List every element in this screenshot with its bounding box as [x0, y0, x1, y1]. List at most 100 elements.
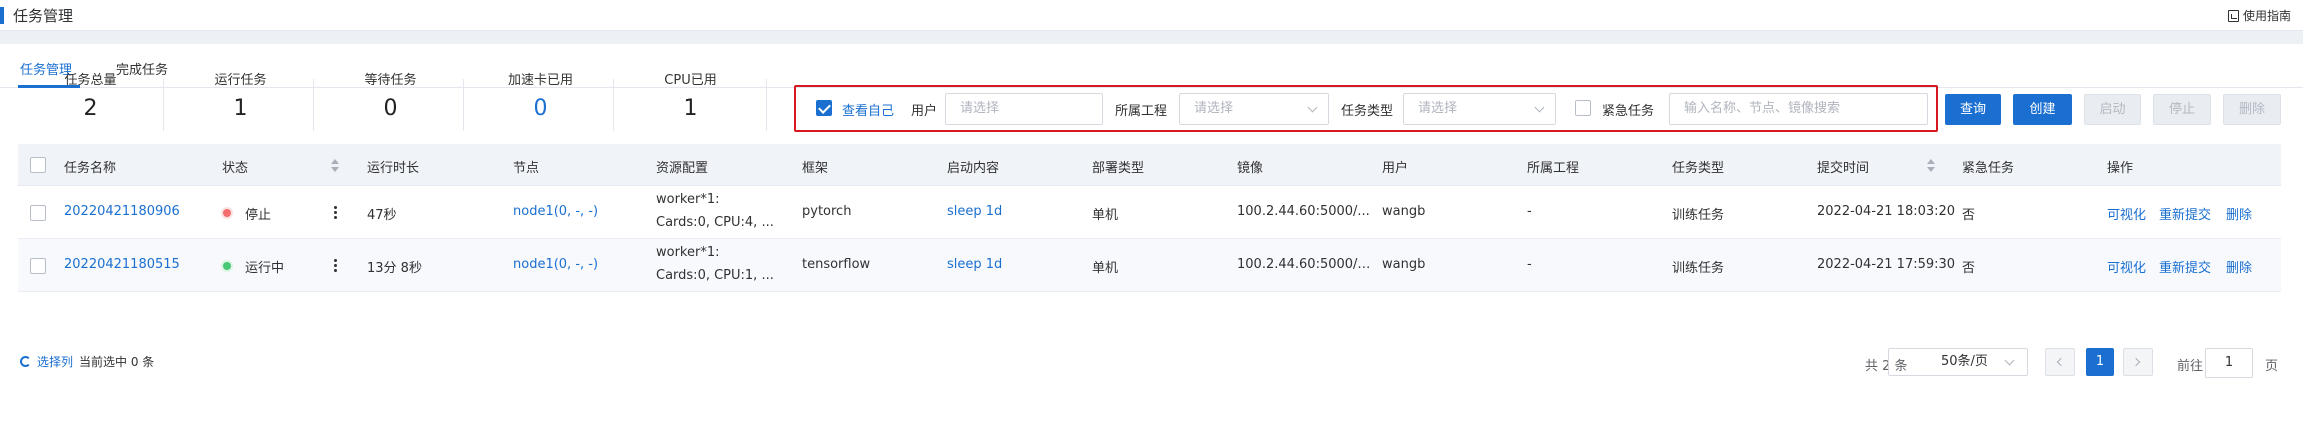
visualize-link[interactable]: 可视化 [2107, 204, 2146, 223]
project: - [1527, 204, 1532, 219]
chevron-down-icon [1534, 102, 1545, 113]
sort-icon[interactable] [1927, 159, 1935, 172]
table-header: 任务名称 状态 运行时长 节点 资源配置 框架 启动内容 部署类型 镜像 用户 … [18, 144, 2281, 186]
guide-icon [2227, 9, 2239, 22]
column-header: 镜像 [1237, 161, 1264, 176]
column-header: 用户 [1382, 161, 1409, 176]
framework: pytorch [802, 204, 852, 219]
stat-value: 0 [383, 96, 398, 121]
stat-label: 等待任务 [364, 73, 417, 88]
view-mine-checkbox[interactable] [816, 100, 832, 116]
prev-page-button[interactable] [2045, 348, 2075, 376]
project-filter-label: 所属工程 [1115, 104, 1168, 119]
table-row: 20220421180515 运行中 13分 8秒 node1(0, -, -)… [18, 239, 2281, 292]
project: - [1527, 257, 1532, 272]
stat-value: 2 [83, 96, 98, 121]
column-header: 资源配置 [656, 161, 709, 176]
stat-cpu-used: CPU已用 1 [618, 71, 763, 124]
submit-time: 2022-04-21 17:59:30 [1817, 257, 1956, 272]
chevron-down-icon [1307, 102, 1318, 113]
goto-suffix: 页 [2265, 359, 2279, 374]
view-mine-label[interactable]: 查看自己 [842, 100, 894, 119]
type-filter-label: 任务类型 [1341, 104, 1394, 119]
user: wangb [1382, 204, 1426, 219]
type-select[interactable]: 请选择 [1403, 93, 1556, 125]
page-size-select[interactable]: 50条/页 [1888, 348, 2028, 376]
column-header: 紧急任务 [1962, 161, 2015, 176]
stat-waiting-tasks: 等待任务 0 [318, 71, 463, 124]
row-checkbox[interactable] [30, 258, 46, 274]
task-type: 训练任务 [1672, 261, 1725, 276]
urgent-checkbox[interactable] [1575, 100, 1591, 116]
user-filter-label: 用户 [911, 104, 938, 119]
table-row: 20220421180906 停止 47秒 node1(0, -, -) wor… [18, 186, 2281, 239]
status-dot [223, 262, 231, 270]
refresh-icon[interactable] [20, 356, 31, 367]
row-checkbox[interactable] [30, 205, 46, 221]
image: 100.2.44.60:5000/t... [1237, 257, 1372, 272]
stat-value: 1 [683, 96, 698, 121]
more-actions-icon[interactable] [334, 206, 337, 219]
column-header: 部署类型 [1092, 161, 1145, 176]
delete-button[interactable]: 删除 [2223, 94, 2281, 125]
current-page-number[interactable]: 1 [2086, 348, 2114, 376]
selected-count: 当前选中 0 条 [79, 355, 155, 369]
create-button[interactable]: 创建 [2013, 94, 2072, 125]
status-text: 运行中 [245, 261, 285, 276]
project-select-placeholder: 请选择 [1194, 101, 1234, 116]
column-header: 节点 [513, 161, 540, 176]
column-header: 框架 [802, 161, 829, 176]
task-name-link[interactable]: 20220421180906 [64, 204, 180, 219]
stat-label: 运行任务 [214, 73, 267, 88]
start-button[interactable]: 启动 [2084, 94, 2141, 125]
search-input[interactable]: 输入名称、节点、镜像搜索 [1669, 93, 1928, 125]
resource-config-line2: Cards:0, CPU:4, ... [656, 215, 774, 230]
node-link[interactable]: node1(0, -, -) [513, 204, 598, 219]
select-all-checkbox[interactable] [30, 157, 46, 173]
user: wangb [1382, 257, 1426, 272]
user-select[interactable]: 请选择 [945, 93, 1103, 125]
delete-link[interactable]: 删除 [2226, 204, 2252, 223]
stop-button[interactable]: 停止 [2153, 94, 2211, 125]
deploy-type: 单机 [1092, 208, 1119, 223]
stat-divider [463, 79, 464, 131]
filter-bar: 查看自己 用户 请选择 所属工程 请选择 任务类型 请选择 紧急任务 输入名称、… [794, 85, 1938, 132]
select-columns-link[interactable]: 选择列 [37, 353, 73, 370]
query-button[interactable]: 查询 [1945, 94, 2001, 125]
node-link[interactable]: node1(0, -, -) [513, 257, 598, 272]
page-title: 任务管理 [13, 7, 74, 25]
column-header: 启动内容 [947, 161, 1000, 176]
submit-time: 2022-04-21 18:03:20 [1817, 204, 1956, 219]
stat-running-tasks: 运行任务 1 [168, 71, 313, 124]
urgent-label[interactable]: 紧急任务 [1602, 100, 1654, 119]
stat-label: CPU已用 [664, 73, 717, 88]
stat-total-tasks: 任务总量 2 [18, 71, 163, 124]
stat-accelerator-used: 加速卡已用 0 [468, 71, 613, 124]
usage-guide-link[interactable]: 使用指南 [2227, 7, 2291, 24]
goto-label: 前往 [2177, 359, 2204, 374]
start-command-link[interactable]: sleep 1d [947, 257, 1002, 272]
delete-link[interactable]: 删除 [2226, 257, 2252, 276]
task-name-link[interactable]: 20220421180515 [64, 257, 180, 272]
more-actions-icon[interactable] [334, 259, 337, 272]
duration: 47秒 [367, 208, 397, 223]
stat-divider [163, 79, 164, 131]
stat-value[interactable]: 0 [468, 94, 613, 124]
chevron-left-icon [2056, 357, 2066, 367]
sort-icon[interactable] [331, 159, 339, 172]
usage-guide-label: 使用指南 [2242, 9, 2291, 23]
visualize-link[interactable]: 可视化 [2107, 257, 2146, 276]
goto-page-input[interactable]: 1 [2205, 348, 2253, 378]
task-type: 训练任务 [1672, 208, 1725, 223]
duration: 13分 8秒 [367, 261, 422, 276]
deploy-type: 单机 [1092, 261, 1119, 276]
stat-divider [613, 79, 614, 131]
start-command-link[interactable]: sleep 1d [947, 204, 1002, 219]
resubmit-link[interactable]: 重新提交 [2159, 204, 2211, 223]
framework: tensorflow [802, 257, 871, 272]
next-page-button[interactable] [2123, 348, 2153, 376]
project-select[interactable]: 请选择 [1179, 93, 1329, 125]
resubmit-link[interactable]: 重新提交 [2159, 257, 2211, 276]
status-text: 停止 [245, 208, 272, 223]
chevron-down-icon [2004, 355, 2015, 366]
